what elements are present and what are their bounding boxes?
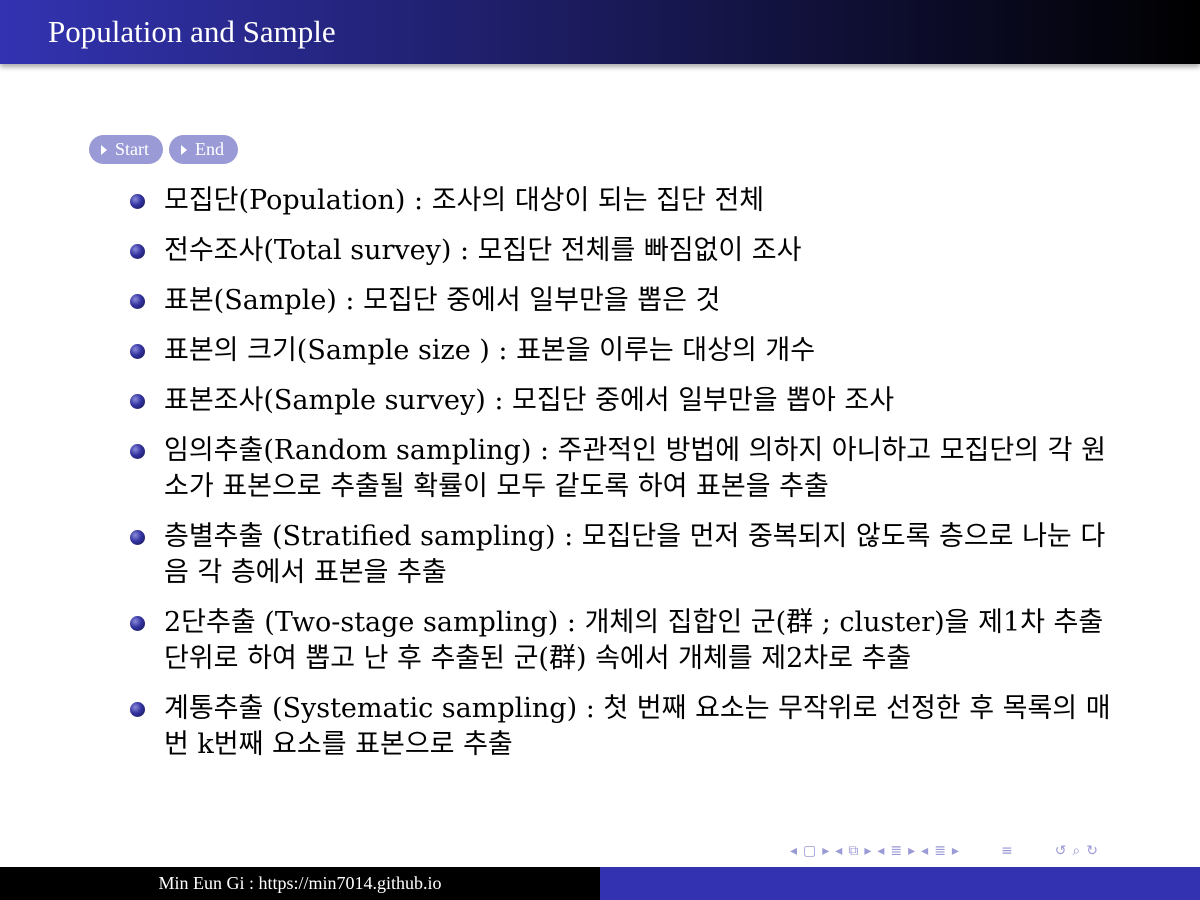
subsection-icon[interactable]: ⧉	[848, 843, 858, 859]
list-item-text: 계통추출 (Systematic sampling) : 첫 번째 요소는 무작…	[164, 693, 1111, 760]
play-triangle-icon	[101, 144, 107, 155]
beamer-navigation: ◂ ▢ ▸ ◂ ⧉ ▸ ◂ ≣ ▸ ◂ ≣ ▸ ≡ ↺ ⌕ ↻	[790, 840, 1196, 862]
nav-next-icon[interactable]: ▸	[952, 843, 959, 859]
list-item: 전수조사(Total survey) : 모집단 전체를 빠짐없이 조사	[128, 233, 1128, 269]
list-item-text: 층별추출 (Stratified sampling) : 모집단을 먼저 중복되…	[164, 521, 1106, 588]
frame-icon[interactable]: ▢	[803, 843, 816, 859]
list-item-text: 표본조사(Sample survey) : 모집단 중에서 일부만을 뽑아 조사	[164, 385, 895, 416]
bullet-icon	[130, 344, 145, 359]
bullet-icon	[130, 444, 145, 459]
list-item: 임의추출(Random sampling) : 주관적인 방법에 의하지 아니하…	[128, 433, 1128, 505]
section-icon[interactable]: ≣	[890, 843, 902, 859]
bullet-icon	[130, 530, 145, 545]
nav-prev-icon[interactable]: ◂	[790, 843, 797, 859]
bullet-icon	[130, 394, 145, 409]
slide-title-bar: Population and Sample	[0, 0, 1200, 64]
undo-icon[interactable]: ↺	[1055, 843, 1067, 859]
start-button[interactable]: Start	[89, 135, 163, 164]
list-item: 모집단(Population) : 조사의 대상이 되는 집단 전체	[128, 183, 1128, 219]
nav-prev-icon[interactable]: ◂	[877, 843, 884, 859]
definition-list: 모집단(Population) : 조사의 대상이 되는 집단 전체 전수조사(…	[128, 183, 1128, 777]
bullet-icon	[130, 294, 145, 309]
bullet-icon	[130, 616, 145, 631]
slide-title: Population and Sample	[48, 14, 336, 49]
nav-button-group: Start End	[89, 135, 238, 164]
list-item: 계통추출 (Systematic sampling) : 첫 번째 요소는 무작…	[128, 691, 1128, 763]
start-button-label: Start	[115, 139, 149, 159]
footer-author: Min Eun Gi : https://min7014.github.io	[0, 867, 600, 900]
section-icon[interactable]: ≣	[934, 843, 946, 859]
list-item-text: 모집단(Population) : 조사의 대상이 되는 집단 전체	[164, 185, 765, 216]
bullet-icon	[130, 244, 145, 259]
nav-prev-icon[interactable]: ◂	[921, 843, 928, 859]
list-item: 표본(Sample) : 모집단 중에서 일부만을 뽑은 것	[128, 283, 1128, 319]
nav-next-icon[interactable]: ▸	[864, 843, 871, 859]
align-icon[interactable]: ≡	[1001, 843, 1013, 859]
list-item-text: 임의추출(Random sampling) : 주관적인 방법에 의하지 아니하…	[164, 435, 1106, 502]
list-item: 표본조사(Sample survey) : 모집단 중에서 일부만을 뽑아 조사	[128, 383, 1128, 419]
list-item-text: 표본의 크기(Sample size ) : 표본을 이루는 대상의 개수	[164, 335, 816, 366]
bullet-icon	[130, 702, 145, 717]
list-item: 2단추출 (Two-stage sampling) : 개체의 집합인 군(群 …	[128, 605, 1128, 677]
list-item: 표본의 크기(Sample size ) : 표본을 이루는 대상의 개수	[128, 333, 1128, 369]
list-item-text: 표본(Sample) : 모집단 중에서 일부만을 뽑은 것	[164, 285, 721, 316]
list-item-text: 전수조사(Total survey) : 모집단 전체를 빠짐없이 조사	[164, 235, 802, 266]
nav-next-icon[interactable]: ▸	[908, 843, 915, 859]
play-triangle-icon	[181, 144, 187, 155]
end-button-label: End	[195, 139, 224, 159]
footer: Min Eun Gi : https://min7014.github.io	[0, 867, 1200, 900]
footer-author-text: Min Eun Gi : https://min7014.github.io	[158, 873, 442, 893]
bullet-icon	[130, 194, 145, 209]
nav-prev-icon[interactable]: ◂	[835, 843, 842, 859]
footer-right-bar	[600, 867, 1200, 900]
redo-icon[interactable]: ↻	[1086, 843, 1098, 859]
list-item-text: 2단추출 (Two-stage sampling) : 개체의 집합인 군(群 …	[164, 607, 1104, 674]
nav-next-icon[interactable]: ▸	[822, 843, 829, 859]
list-item: 층별추출 (Stratified sampling) : 모집단을 먼저 중복되…	[128, 519, 1128, 591]
end-button[interactable]: End	[169, 135, 238, 164]
search-icon[interactable]: ⌕	[1072, 843, 1080, 859]
